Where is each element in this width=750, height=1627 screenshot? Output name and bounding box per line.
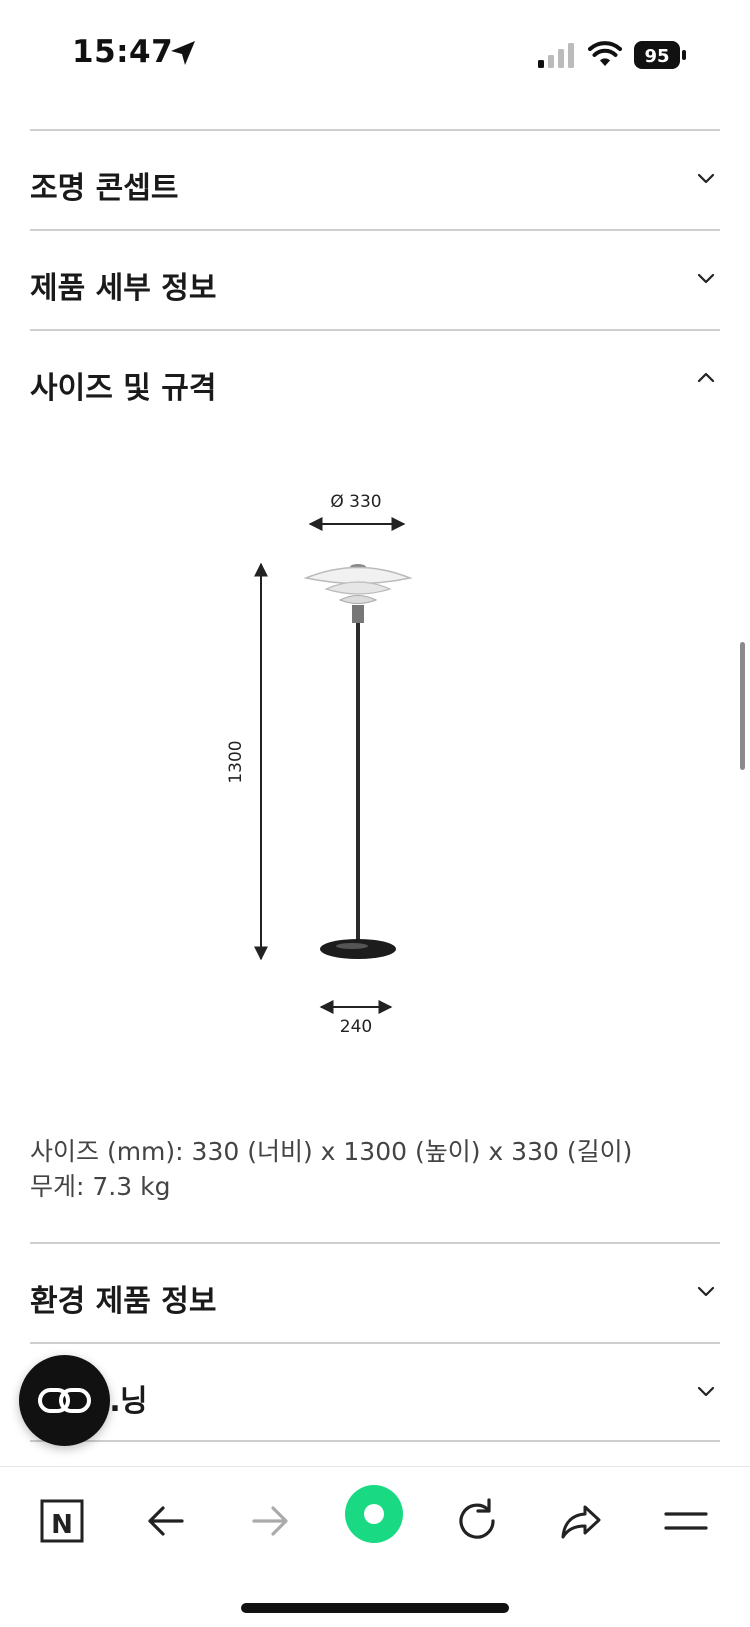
accordion-environment-info[interactable]: 환경 제품 정보: [30, 1242, 720, 1342]
cellular-signal-icon: [538, 43, 574, 68]
link-icon: [38, 1388, 91, 1413]
spec-text: 사이즈 (mm): 330 (너비) x 1300 (높이) x 330 (길이…: [30, 1134, 632, 1204]
lamp-top-shade: [303, 566, 413, 585]
status-bar: 15:47 95: [0, 0, 750, 110]
size-spec-row: 사이즈 (mm): 330 (너비) x 1300 (높이) x 330 (길이…: [30, 1134, 632, 1169]
accordion-lighting-concept[interactable]: 조명 콘셉트: [30, 129, 720, 229]
home-indicator[interactable]: [241, 1603, 509, 1613]
lamp-socket: [352, 605, 364, 623]
naver-logo-icon[interactable]: N: [32, 1491, 92, 1551]
accordion-label: 사이즈 및 규격: [30, 371, 217, 406]
accordion-size-specs[interactable]: 사이즈 및 규격: [30, 329, 720, 429]
page-scrollbar[interactable]: [740, 642, 745, 770]
product-accordion: 조명 콘셉트 제품 세부 정보 사이즈 및 규격 Ø 330 1300 240 …: [30, 129, 720, 1442]
refresh-icon[interactable]: [447, 1491, 507, 1551]
size-specs-panel: Ø 330 1300 240 사이즈 (mm): 330 (너비) x 1300…: [30, 429, 720, 1242]
green-circle-icon[interactable]: [343, 1483, 405, 1545]
weight-spec-row: 무게: 7.3 kg: [30, 1169, 632, 1204]
accordion-label: 조명 콘셉트: [30, 171, 179, 206]
link-share-floating-button[interactable]: [19, 1355, 110, 1446]
forward-arrow-icon[interactable]: [240, 1491, 300, 1551]
chevron-down-icon: [697, 173, 715, 184]
browser-toolbar: N: [0, 1466, 750, 1627]
chevron-down-icon: [697, 1286, 715, 1297]
weight-spec-value: 7.3 kg: [92, 1172, 171, 1201]
lamp-base: [320, 939, 396, 959]
battery-icon: 95: [634, 41, 686, 69]
naver-logo-letter: N: [51, 1510, 73, 1540]
chevron-up-icon: [697, 372, 715, 383]
floor-lamp-dimension-diagram: Ø 330 1300 240: [226, 492, 413, 1037]
lamp-bottom-shade: [338, 595, 378, 604]
shade-diameter-label: Ø 330: [330, 492, 381, 512]
size-spec-label: 사이즈 (mm):: [30, 1137, 184, 1166]
accordion-label: 제품 세부 정보: [30, 271, 217, 306]
lamp-stem: [356, 623, 360, 941]
share-icon[interactable]: [551, 1491, 611, 1551]
lamp-base-highlight: [336, 943, 368, 949]
base-width-label: 240: [340, 1017, 372, 1037]
size-spec-value: 330 (너비) x 1300 (높이) x 330 (길이): [191, 1137, 633, 1166]
status-time: 15:47: [72, 34, 174, 70]
chevron-down-icon: [697, 273, 715, 284]
menu-icon[interactable]: [656, 1491, 716, 1551]
lamp-middle-shade: [324, 581, 392, 595]
back-arrow-icon[interactable]: [136, 1491, 196, 1551]
chevron-down-icon: [697, 1386, 715, 1397]
accordion-product-details[interactable]: 제품 세부 정보: [30, 229, 720, 329]
battery-level: 95: [644, 46, 669, 67]
height-label: 1300: [226, 740, 246, 783]
weight-spec-label: 무게:: [30, 1172, 85, 1201]
accordion-cleaning[interactable]: …닝: [30, 1342, 720, 1442]
accordion-label: 환경 제품 정보: [30, 1284, 217, 1319]
location-arrow-icon: [171, 41, 195, 65]
wifi-icon: [588, 41, 622, 66]
